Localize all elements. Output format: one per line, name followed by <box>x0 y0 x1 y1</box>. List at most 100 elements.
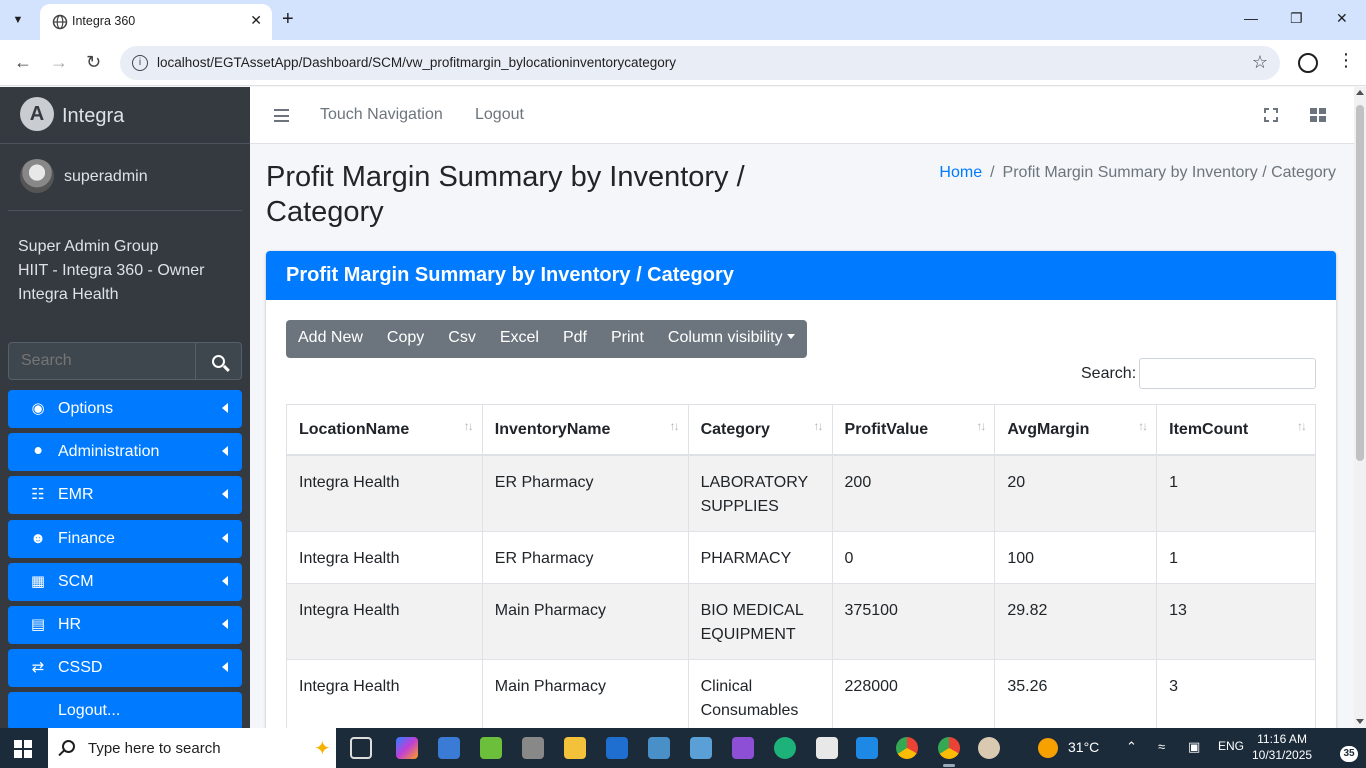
visual-studio-icon[interactable] <box>732 737 754 759</box>
column-header-locationname[interactable]: LocationName ↑↓ <box>286 404 483 456</box>
globe-icon <box>52 14 68 30</box>
sort-icon: ↑↓ <box>1297 419 1307 433</box>
tool-app-icon-3[interactable] <box>522 737 544 759</box>
profile-icon[interactable] <box>1298 53 1318 73</box>
scroll-up-icon[interactable] <box>1356 90 1364 95</box>
app-icon-building[interactable] <box>648 737 670 759</box>
sidebar-item-hr[interactable]: ▤ HR <box>8 606 242 644</box>
sidebar-item-scm[interactable]: ▦ SCM <box>8 563 242 601</box>
sidebar-item-finance[interactable]: ☻ Finance <box>8 520 242 558</box>
reload-icon[interactable]: ↻ <box>86 52 101 72</box>
temperature[interactable]: 31°C <box>1068 739 1099 755</box>
sort-icon: ↑↓ <box>813 419 824 433</box>
table-row[interactable]: Integra Health ER Pharmacy LABORATORY SU… <box>286 454 1316 532</box>
windows-start-icon[interactable] <box>14 740 32 758</box>
touch-navigation-link[interactable]: Touch Navigation <box>320 106 443 124</box>
sidebar-item-label: EMR <box>58 486 94 503</box>
scroll-down-icon[interactable] <box>1356 719 1364 724</box>
browser-tab[interactable]: Integra 360 ✕ <box>40 4 272 40</box>
logout-link[interactable]: Logout <box>475 106 524 124</box>
vscode-icon[interactable] <box>856 737 878 759</box>
column-header-itemcount[interactable]: ItemCount ↑↓ <box>1156 404 1316 456</box>
sidebar-item-logout[interactable]: Logout... <box>8 692 242 728</box>
brand-logo-icon: A <box>20 97 54 131</box>
window-close-icon[interactable]: ✕ <box>1336 10 1348 27</box>
url-field[interactable]: i localhost/EGTAssetApp/Dashboard/SCM/vw… <box>120 46 1280 80</box>
sidebar-item-cssd[interactable]: ⇄ CSSD <box>8 649 242 687</box>
scrollbar-thumb[interactable] <box>1356 105 1364 461</box>
edge-icon[interactable] <box>774 737 796 759</box>
site-info-icon[interactable]: i <box>132 55 148 71</box>
column-header-avgmargin[interactable]: AvgMargin ↑↓ <box>994 404 1158 456</box>
tool-app-icon[interactable] <box>438 737 460 759</box>
tab-search-icon[interactable]: ▼ <box>6 8 30 32</box>
cell-profitvalue: 228000 <box>831 658 996 731</box>
table-row[interactable]: Integra Health ER Pharmacy PHARMACY 0 10… <box>286 530 1316 584</box>
forward-icon[interactable]: → <box>50 52 68 72</box>
sidebar-search-input[interactable] <box>8 342 196 380</box>
table-search-input[interactable] <box>1139 358 1316 389</box>
taskbar-search[interactable]: Type here to search ✦ <box>48 728 336 768</box>
copilot-app-icon[interactable] <box>396 737 418 759</box>
bookmark-star-icon[interactable]: ☆ <box>1252 52 1268 73</box>
copilot-sparkle-icon: ✦ <box>314 738 331 760</box>
pdf-button[interactable]: Pdf <box>551 320 599 358</box>
chrome-icon[interactable] <box>896 737 918 759</box>
sidebar-item-label: SCM <box>58 573 94 590</box>
excel-button[interactable]: Excel <box>488 320 551 358</box>
column-header-profitvalue[interactable]: ProfitValue ↑↓ <box>831 404 996 456</box>
add-new-button[interactable]: Add New <box>286 320 375 358</box>
restore-icon[interactable]: ❐ <box>1290 10 1303 27</box>
wifi-icon[interactable]: ≈ <box>1158 739 1165 754</box>
hamburger-menu-icon[interactable] <box>274 109 289 122</box>
brand-link[interactable]: A Integra <box>0 87 250 144</box>
tab-close-icon[interactable]: ✕ <box>250 12 262 29</box>
browser-menu-icon[interactable]: ⋮ <box>1337 50 1355 71</box>
language-indicator[interactable]: ENG <box>1218 739 1244 753</box>
display-icon[interactable]: ▣ <box>1188 739 1200 755</box>
control-sidebar-icon[interactable] <box>1310 108 1326 122</box>
cell-profitvalue: 200 <box>831 454 996 532</box>
chevron-up-icon[interactable]: ⌃ <box>1126 739 1137 755</box>
user-panel[interactable]: superadmin <box>8 145 242 211</box>
new-tab-icon[interactable]: + <box>282 8 294 30</box>
print-button[interactable]: Print <box>599 320 656 358</box>
file-explorer-icon[interactable] <box>564 737 586 759</box>
column-visibility-button[interactable]: Column visibility <box>656 320 807 358</box>
chrome-active-icon[interactable] <box>938 737 960 767</box>
outlook-icon[interactable] <box>606 737 628 759</box>
cell-locationname: Integra Health <box>286 658 483 731</box>
fullscreen-icon[interactable] <box>1262 106 1280 124</box>
sidebar-item-administration[interactable]: ⚫ Administration <box>8 433 242 471</box>
sitemap-icon: ☷ <box>31 486 45 503</box>
task-view-icon[interactable] <box>350 737 372 759</box>
notification-icon[interactable]: 35 <box>1324 738 1358 762</box>
table-row[interactable]: Integra Health Main Pharmacy Clinical Co… <box>286 658 1316 731</box>
copy-button[interactable]: Copy <box>375 320 436 358</box>
paint-app-icon[interactable] <box>978 737 1000 759</box>
app-icon-window[interactable] <box>690 737 712 759</box>
sidebar-item-emr[interactable]: ☷ EMR <box>8 476 242 514</box>
org-role: HIIT - Integra 360 - Owner <box>18 262 205 279</box>
clock[interactable]: 11:16 AM 10/31/2025 <box>1252 731 1312 763</box>
minimize-icon[interactable]: — <box>1244 10 1258 26</box>
csv-button[interactable]: Csv <box>436 320 488 358</box>
sidebar-item-options[interactable]: ◉ Options <box>8 390 242 428</box>
top-navbar: Touch Navigation Logout <box>250 87 1354 144</box>
weather-sun-icon[interactable] <box>1038 738 1058 758</box>
sidebar-search-button[interactable] <box>196 342 242 380</box>
breadcrumb-home-link[interactable]: Home <box>939 164 982 181</box>
page-scrollbar[interactable] <box>1354 87 1366 728</box>
page-title: Profit Margin Summary by Inventory / Cat… <box>266 161 745 228</box>
column-header-category[interactable]: Category ↑↓ <box>687 404 833 456</box>
column-header-inventoryname[interactable]: InventoryName ↑↓ <box>481 404 689 456</box>
url-text[interactable]: localhost/EGTAssetApp/Dashboard/SCM/vw_p… <box>157 55 676 70</box>
sidebar-item-label: Logout... <box>58 702 121 719</box>
tool-app-icon-2[interactable] <box>480 737 502 759</box>
table-row[interactable]: Integra Health Main Pharmacy BIO MEDICAL… <box>286 582 1316 660</box>
clock-time: 11:16 AM <box>1257 732 1307 746</box>
data-table: LocationName ↑↓ InventoryName ↑↓ Category ↑… <box>286 404 1316 731</box>
username[interactable]: superadmin <box>64 168 148 186</box>
document-app-icon[interactable] <box>816 737 838 759</box>
back-icon[interactable]: ← <box>14 52 32 72</box>
